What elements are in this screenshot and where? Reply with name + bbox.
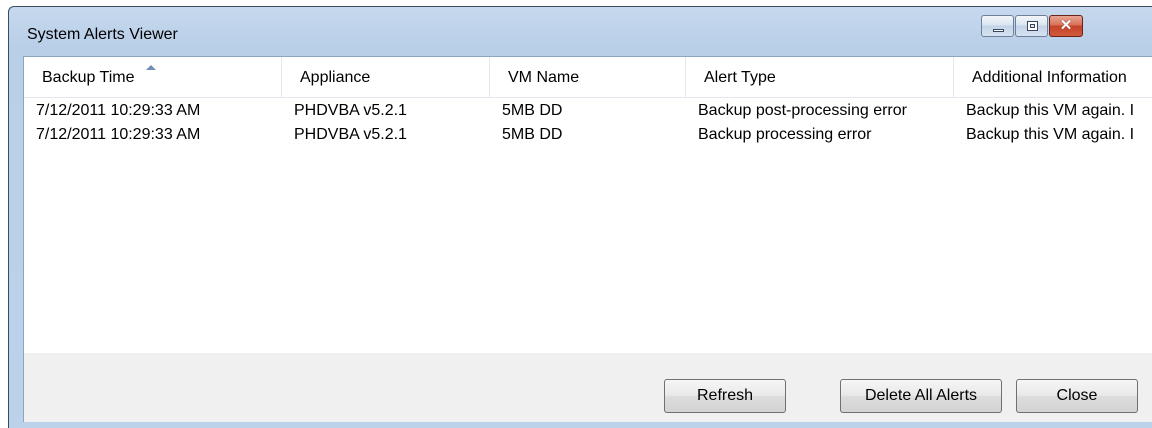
cell-appliance: PHDVBA v5.2.1 bbox=[294, 102, 407, 119]
column-header-label: Appliance bbox=[300, 69, 371, 86]
cell-vm-name: 5MB DD bbox=[502, 102, 563, 119]
refresh-button[interactable]: Refresh bbox=[664, 379, 786, 413]
cell-vm-name: 5MB DD bbox=[502, 126, 563, 143]
cell-alert-type: Backup processing error bbox=[698, 126, 872, 143]
column-header-label: Additional Information bbox=[972, 69, 1127, 86]
column-header-appliance[interactable]: Appliance bbox=[282, 57, 490, 97]
cell-backup-time: 7/12/2011 10:29:33 AM bbox=[36, 102, 201, 119]
cell-additional-information: Backup this VM again. I bbox=[966, 126, 1135, 143]
window-title: System Alerts Viewer bbox=[27, 26, 178, 43]
column-header-vm-name[interactable]: VM Name bbox=[490, 57, 686, 97]
column-header-backup-time[interactable]: Backup Time bbox=[24, 57, 282, 97]
cell-alert-type: Backup post-processing error bbox=[698, 102, 907, 119]
cell-appliance: PHDVBA v5.2.1 bbox=[294, 126, 407, 143]
cell-additional-information: Backup this VM again. I bbox=[966, 102, 1135, 119]
list-header: Backup Time Appliance VM Name Alert Type… bbox=[24, 57, 1152, 98]
table-row[interactable]: 7/12/2011 10:29:33 AM PHDVBA v5.2.1 5MB … bbox=[24, 99, 1152, 123]
alerts-list[interactable]: Backup Time Appliance VM Name Alert Type… bbox=[24, 57, 1152, 353]
minimize-icon bbox=[993, 29, 1004, 32]
client-area: Backup Time Appliance VM Name Alert Type… bbox=[23, 56, 1152, 422]
maximize-button[interactable] bbox=[1015, 15, 1048, 37]
column-header-label: Alert Type bbox=[704, 69, 776, 86]
alerts-window: System Alerts Viewer ✕ Backup Time Appli… bbox=[8, 6, 1152, 428]
minimize-button[interactable] bbox=[981, 15, 1014, 37]
sort-ascending-icon bbox=[146, 65, 156, 70]
table-row[interactable]: 7/12/2011 10:29:33 AM PHDVBA v5.2.1 5MB … bbox=[24, 123, 1152, 147]
column-header-label: VM Name bbox=[508, 69, 580, 86]
column-header-label: Backup Time bbox=[42, 69, 135, 86]
column-header-additional-information[interactable]: Additional Information bbox=[954, 57, 1152, 97]
delete-all-alerts-button[interactable]: Delete All Alerts bbox=[840, 379, 1002, 413]
close-button[interactable]: Close bbox=[1016, 379, 1138, 413]
cell-backup-time: 7/12/2011 10:29:33 AM bbox=[36, 126, 201, 143]
maximize-icon bbox=[1027, 21, 1038, 31]
column-header-alert-type[interactable]: Alert Type bbox=[686, 57, 954, 97]
close-icon: ✕ bbox=[1059, 17, 1073, 34]
window-close-button[interactable]: ✕ bbox=[1049, 15, 1083, 37]
caption-buttons: ✕ bbox=[981, 15, 1083, 39]
